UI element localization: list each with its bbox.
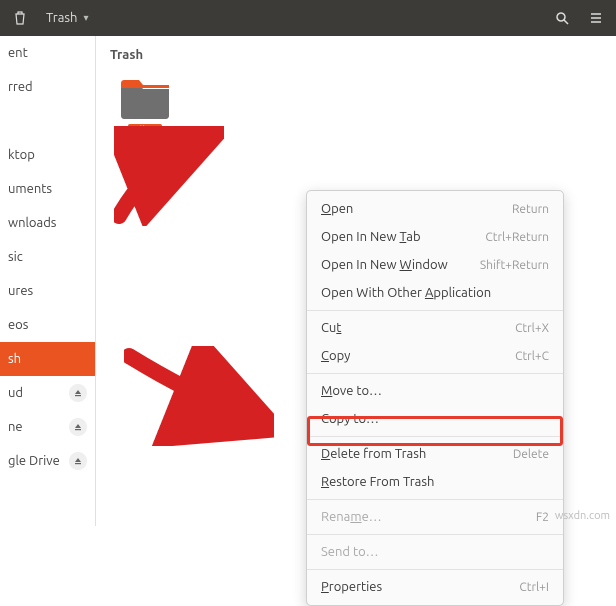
breadcrumb: Trash: [96, 36, 616, 68]
context-menu-accelerator: Ctrl+I: [519, 581, 549, 594]
menu-separator: [307, 310, 563, 311]
workspace: ent rred ktop uments wnloads sic ures eos sh ud ne…: [0, 36, 616, 526]
context-menu-accelerator: Shift+Return: [480, 259, 549, 272]
context-menu-accelerator: Ctrl+Return: [485, 231, 549, 244]
menu-separator: [307, 499, 563, 500]
folder-item-files[interactable]: Files: [110, 76, 180, 139]
context-menu-accelerator: Return: [512, 203, 549, 216]
sidebar-item-label: wnloads: [8, 216, 87, 230]
context-menu-label: Properties: [321, 580, 382, 594]
menu-button[interactable]: [582, 4, 610, 32]
context-menu-item[interactable]: Delete from Trash Delete: [307, 440, 563, 468]
context-menu-item[interactable]: Open With Other Application: [307, 279, 563, 307]
sidebar-item-label: ud: [8, 386, 61, 400]
context-menu-item[interactable]: Copy to…: [307, 405, 563, 433]
context-menu-item[interactable]: Open In New Window Shift+Return: [307, 251, 563, 279]
search-button[interactable]: [548, 4, 576, 32]
trash-icon: [14, 11, 26, 25]
context-menu-label: Cut: [321, 321, 341, 335]
folder-icon: [119, 76, 171, 120]
context-menu-accelerator: F2: [536, 511, 549, 524]
context-menu-label: Open In New Window: [321, 258, 448, 272]
context-menu-label: Rename…: [321, 510, 382, 524]
menu-separator: [307, 436, 563, 437]
sidebar-item[interactable]: eos: [0, 308, 95, 342]
sidebar-item[interactable]: ud: [0, 376, 95, 410]
menu-separator: [307, 534, 563, 535]
sidebar-item[interactable]: sic: [0, 240, 95, 274]
sidebar-item[interactable]: [0, 104, 95, 138]
sidebar-item[interactable]: gle Drive: [0, 444, 95, 478]
sidebar-item[interactable]: ne: [0, 410, 95, 444]
context-menu-accelerator: Ctrl+C: [515, 350, 549, 363]
context-menu-item[interactable]: Open In New Tab Ctrl+Return: [307, 223, 563, 251]
main-area: Trash Files Open Return Open In New Tab Ctr…: [96, 36, 616, 526]
watermark: wsxdn.com: [555, 510, 610, 522]
sidebar-item-label: sic: [8, 250, 87, 264]
sidebar-item-label: sh: [8, 352, 87, 366]
context-menu: OpenReturnOpen In New TabCtrl+ReturnOpen…: [306, 190, 564, 606]
context-menu-item: Send to…: [307, 538, 563, 566]
titlebar-title: Trash: [46, 11, 77, 25]
sidebar-item-label: gle Drive: [8, 454, 61, 468]
context-menu-item[interactable]: Restore From Trash: [307, 468, 563, 496]
context-menu-label: Move to…: [321, 384, 382, 398]
eject-icon[interactable]: [69, 384, 87, 402]
context-menu-accelerator: Delete: [513, 448, 549, 461]
context-menu-label: Copy: [321, 349, 350, 363]
context-menu-label: Delete from Trash: [321, 447, 426, 461]
context-menu-item[interactable]: Open Return: [307, 195, 563, 223]
sidebar-item[interactable]: wnloads: [0, 206, 95, 240]
hamburger-icon: [589, 11, 603, 25]
sidebar-item[interactable]: sh: [0, 342, 95, 376]
sidebar-item[interactable]: uments: [0, 172, 95, 206]
eject-icon[interactable]: [69, 418, 87, 436]
sidebar-item-label: ures: [8, 284, 87, 298]
files-area[interactable]: Files: [96, 68, 616, 147]
sidebar-item[interactable]: ktop: [0, 138, 95, 172]
context-menu-label: Send to…: [321, 545, 379, 559]
sidebar-item-label: rred: [8, 80, 87, 94]
context-menu-label: Open With Other Application: [321, 286, 491, 300]
sidebar-item-label: eos: [8, 318, 87, 332]
context-menu-label: Copy to…: [321, 412, 379, 426]
sidebar-item-label: uments: [8, 182, 87, 196]
titlebar: Trash ▾: [0, 0, 616, 36]
back-button[interactable]: [6, 4, 34, 32]
sidebar: ent rred ktop uments wnloads sic ures eos sh ud ne…: [0, 36, 96, 526]
context-menu-accelerator: Ctrl+X: [515, 322, 549, 335]
sidebar-item-label: ne: [8, 420, 61, 434]
context-menu-label: Open In New Tab: [321, 230, 421, 244]
context-menu-item[interactable]: Cut Ctrl+X: [307, 314, 563, 342]
menu-separator: [307, 569, 563, 570]
sidebar-item[interactable]: rred: [0, 70, 95, 104]
context-menu-item[interactable]: Move to…: [307, 377, 563, 405]
sidebar-item-label: ktop: [8, 148, 87, 162]
sidebar-item[interactable]: ures: [0, 274, 95, 308]
folder-label: Files: [128, 124, 162, 139]
sidebar-item[interactable]: ent: [0, 36, 95, 70]
context-menu-item[interactable]: Copy Ctrl+C: [307, 342, 563, 370]
annotation-arrow-2: [124, 346, 274, 446]
sidebar-item-label: ent: [8, 46, 87, 60]
context-menu-item: Rename… F2: [307, 503, 563, 531]
search-icon: [555, 11, 569, 25]
eject-icon[interactable]: [69, 452, 87, 470]
context-menu-item[interactable]: Properties Ctrl+I: [307, 573, 563, 601]
context-menu-label: Open: [321, 202, 353, 216]
menu-separator: [307, 373, 563, 374]
context-menu-label: Restore From Trash: [321, 475, 434, 489]
path-bar[interactable]: Trash ▾: [40, 9, 94, 27]
chevron-down-icon: ▾: [83, 12, 88, 24]
